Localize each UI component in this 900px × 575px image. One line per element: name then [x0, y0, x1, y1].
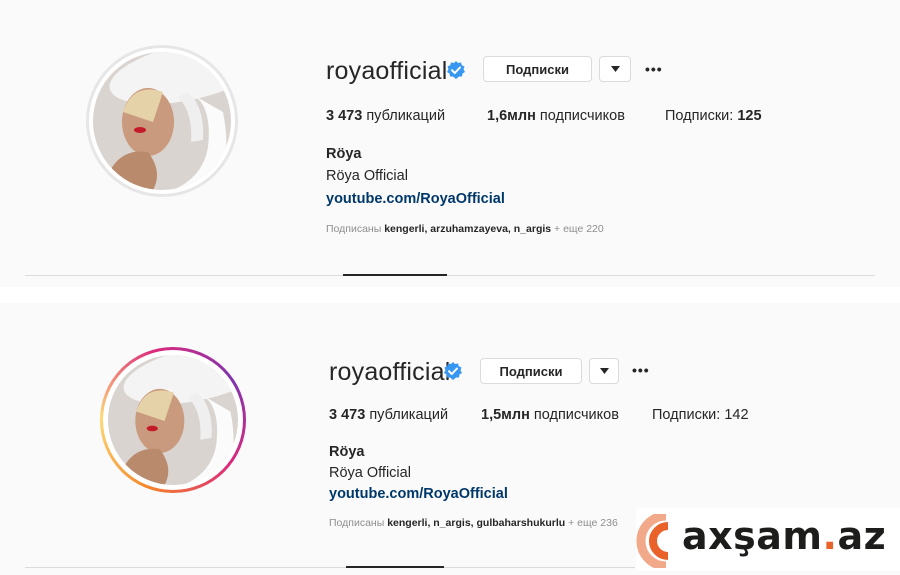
tabs-divider [25, 275, 875, 276]
posts-count: 3 473 публикаций [329, 407, 448, 423]
followers-count[interactable]: 1,5млн подписчиков [481, 407, 619, 423]
logo-mark-icon [636, 514, 669, 568]
posts-value: 3 473 [329, 407, 366, 423]
logo-text-dot: . [822, 514, 838, 558]
profile-full-name: Röya [326, 146, 362, 162]
followers-label: подписчиков [539, 108, 625, 124]
image-separator [0, 287, 900, 303]
more-options-icon[interactable]: ••• [632, 362, 650, 378]
verified-badge-icon [444, 362, 462, 380]
watermark-logo: axşam.az [636, 508, 900, 571]
verified-badge-icon [447, 61, 465, 79]
following-button[interactable]: Подписки [480, 358, 582, 384]
followers-label: подписчиков [533, 407, 619, 423]
chevron-down-icon [599, 368, 609, 374]
followed-by-more: + еще 220 [554, 223, 604, 235]
profile-full-name: Röya [329, 444, 365, 460]
profile-username: royaofficial [326, 57, 448, 85]
followed-by-users: kengerli, n_argis, gulbaharshukurlu [387, 517, 566, 529]
followed-by-prefix: Подписаны [326, 223, 382, 235]
followers-count[interactable]: 1,6млн подписчиков [487, 108, 625, 124]
following-value: 142 [724, 407, 749, 423]
avatar-photo [108, 355, 238, 485]
dropdown-button[interactable] [589, 358, 619, 384]
posts-count: 3 473 публикаций [326, 108, 445, 124]
logo-text-main: axşam [682, 514, 823, 558]
active-tab-indicator [346, 566, 444, 568]
profile-username: royaofficial [329, 358, 451, 386]
logo-text: axşam.az [682, 514, 886, 558]
profile-avatar[interactable] [86, 45, 238, 197]
followed-by-more: + еще 236 [568, 517, 618, 529]
posts-label: публикаций [366, 108, 446, 124]
posts-value: 3 473 [326, 108, 363, 124]
dropdown-button[interactable] [599, 56, 631, 82]
following-count[interactable]: Подписки: 125 [665, 108, 762, 124]
following-button[interactable]: Подписки [483, 56, 592, 82]
avatar-photo [93, 52, 231, 190]
profile-website-link[interactable]: youtube.com/RoyaOfficial [326, 191, 505, 207]
more-options-icon[interactable]: ••• [645, 61, 663, 77]
followers-value: 1,5млн [481, 407, 530, 423]
following-label: Подписки: [665, 108, 734, 124]
profile-category: Röya Official [326, 168, 408, 184]
posts-label: публикаций [369, 407, 449, 423]
chevron-down-icon [610, 66, 620, 72]
followed-by-users: kengerli, arzuhamzayeva, n_argis [384, 223, 552, 235]
followed-by-text[interactable]: Подписаны kengerli, arzuhamzayeva, n_arg… [326, 223, 604, 235]
profile-header-before: royaofficial Подписки ••• 3 473 публикац… [0, 0, 900, 287]
followed-by-prefix: Подписаны [329, 517, 385, 529]
profile-avatar[interactable] [100, 347, 246, 493]
following-count[interactable]: Подписки: 142 [652, 407, 749, 423]
following-value: 125 [737, 108, 762, 124]
followers-value: 1,6млн [487, 108, 536, 124]
profile-website-link[interactable]: youtube.com/RoyaOfficial [329, 486, 508, 502]
profile-category: Röya Official [329, 465, 411, 481]
active-tab-indicator [343, 274, 447, 276]
tabs-divider [25, 567, 635, 568]
logo-text-tld: az [837, 514, 887, 558]
followed-by-text[interactable]: Подписаны kengerli, n_argis, gulbaharshu… [329, 517, 618, 529]
following-label: Подписки: [652, 407, 721, 423]
